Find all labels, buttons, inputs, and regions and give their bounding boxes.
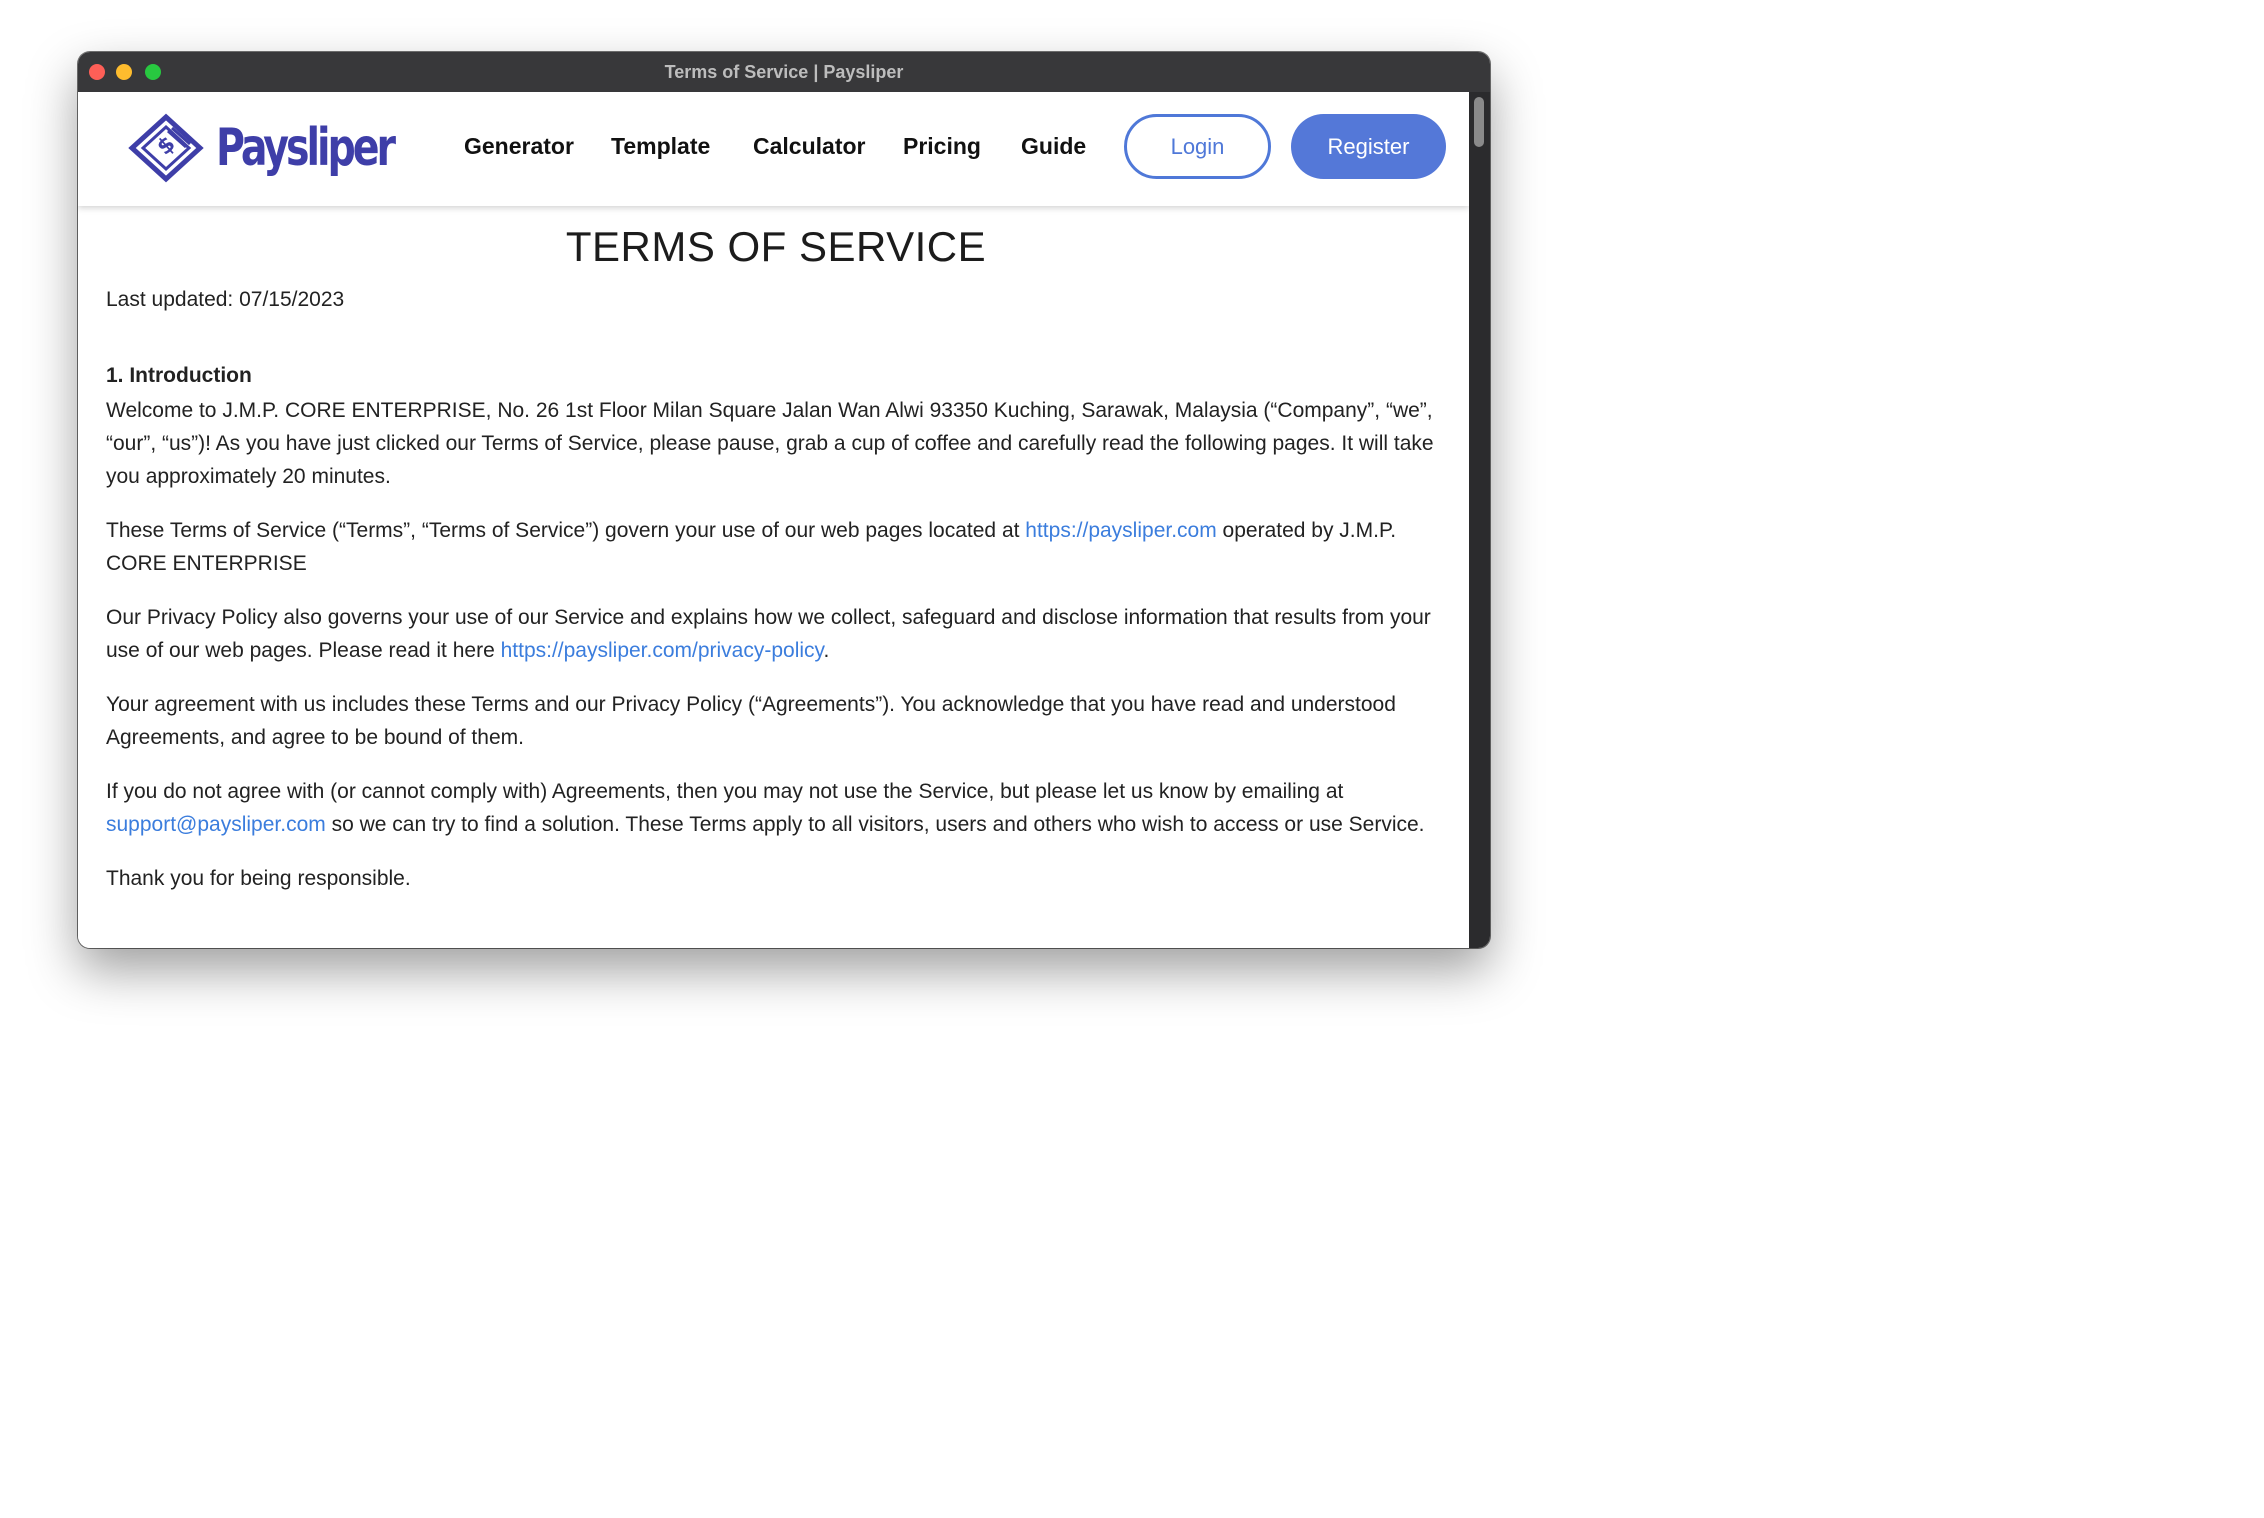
thank-you-paragraph: Thank you for being responsible. xyxy=(106,867,411,890)
browser-window: Terms of Service | Paysliper $ Paysliper… xyxy=(78,52,1490,948)
nav-calculator-link[interactable]: Calculator xyxy=(753,129,865,163)
terms-content: TERMS OF SERVICE Last updated: 07/15/202… xyxy=(106,206,1446,916)
disagreement-paragraph: If you do not agree with (or cannot comp… xyxy=(106,775,1446,841)
privacy-policy-link[interactable]: https://paysliper.com/privacy-policy xyxy=(501,639,824,662)
page-title: TERMS OF SERVICE xyxy=(565,223,987,270)
intro-paragraph: Welcome to J.M.P. CORE ENTERPRISE, No. 2… xyxy=(106,399,1434,488)
nav-generator-link[interactable]: Generator xyxy=(464,129,574,163)
section-heading-introduction: 1. Introduction xyxy=(106,364,252,387)
payslip-diamond-icon: $ xyxy=(128,113,204,183)
paragraph-text: . xyxy=(823,639,830,662)
brand-logo-link[interactable]: $ Paysliper xyxy=(128,108,449,188)
brand-name: Paysliper xyxy=(216,118,396,178)
vertical-scrollbar[interactable] xyxy=(1469,92,1490,948)
website-link[interactable]: https://paysliper.com xyxy=(1025,519,1216,542)
agreement-paragraph: Your agreement with us includes these Te… xyxy=(106,693,1396,749)
register-button[interactable]: Register xyxy=(1291,114,1446,179)
scrollbar-thumb[interactable] xyxy=(1474,97,1484,147)
window-title: Terms of Service | Paysliper xyxy=(664,62,904,82)
paragraph-text: These Terms of Service (“Terms”, “Terms … xyxy=(106,519,1026,542)
paragraph-text: so we can try to find a solution. These … xyxy=(325,813,1425,836)
support-email-link[interactable]: support@paysliper.com xyxy=(106,813,326,836)
login-button[interactable]: Login xyxy=(1124,114,1271,179)
privacy-policy-paragraph: Our Privacy Policy also governs your use… xyxy=(106,601,1446,667)
nav-guide-link[interactable]: Guide xyxy=(1021,129,1086,163)
nav-template-link[interactable]: Template xyxy=(611,129,710,163)
nav-pricing-link[interactable]: Pricing xyxy=(903,129,981,163)
terms-scope-paragraph: These Terms of Service (“Terms”, “Terms … xyxy=(106,514,1446,580)
last-updated-date: Last updated: 07/15/2023 xyxy=(106,288,345,311)
title-bar: Terms of Service | Paysliper xyxy=(78,52,1490,93)
page-viewport: $ Paysliper Generator Template Calculato… xyxy=(78,92,1469,948)
paragraph-text: If you do not agree with (or cannot comp… xyxy=(106,780,1344,803)
site-navbar: $ Paysliper Generator Template Calculato… xyxy=(78,92,1469,206)
